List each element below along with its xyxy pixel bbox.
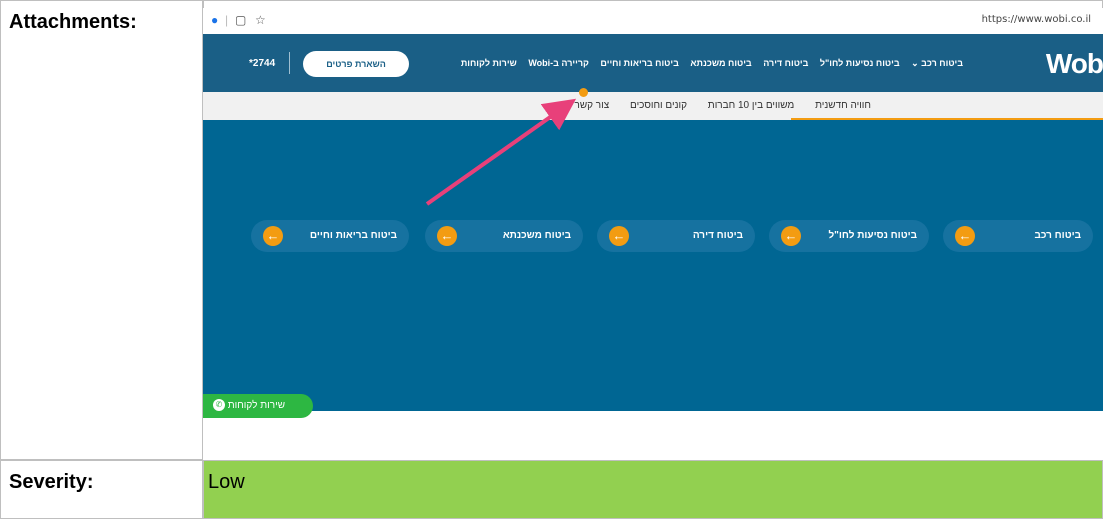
annotation-arrow — [425, 98, 577, 206]
severity-value: Low — [203, 460, 1103, 519]
annotation-arrow-line — [425, 98, 577, 206]
attached-screenshot: ● | ▢ ☆ https://www.wobi.co.il Wob ביטוח… — [203, 8, 1103, 460]
severity-label: Severity: — [0, 460, 203, 519]
attachments-label: Attachments: — [0, 0, 203, 460]
